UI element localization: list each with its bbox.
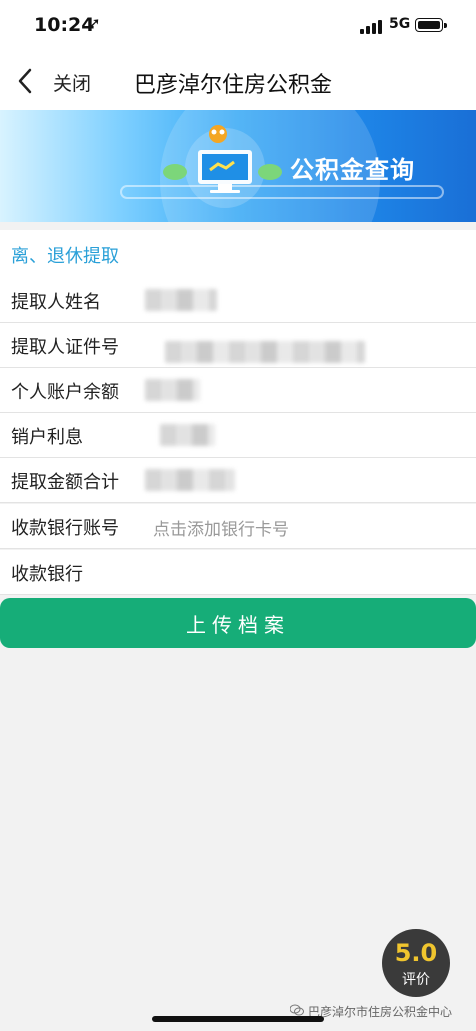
form-label: 提取人姓名 — [11, 292, 101, 313]
form-row-id-number: 提取人证件号 — [0, 323, 476, 368]
form-label: 提取金额合计 — [11, 472, 119, 493]
battery-icon — [415, 18, 447, 32]
form-row-name: 提取人姓名 — [0, 278, 476, 323]
page-title: 巴彦淖尔住房公积金 — [134, 73, 333, 98]
watermark: 巴彦淖尔市住房公积金中心 — [308, 1005, 453, 1019]
banner-title: 公积金查询 — [290, 156, 415, 184]
form-label: 收款银行账号 — [11, 518, 119, 539]
redacted-value — [165, 341, 365, 363]
rating-badge[interactable]: 5.0 评价 — [382, 929, 450, 997]
form-label: 提取人证件号 — [11, 337, 119, 358]
redacted-value — [145, 289, 217, 311]
form-row-interest: 销户利息 — [0, 413, 476, 458]
form-label: 个人账户余额 — [11, 382, 119, 403]
nav-bar: 关闭 巴彦淖尔住房公积金 — [0, 52, 476, 110]
bank-account-input[interactable]: 点击添加银行卡号 — [153, 515, 289, 540]
location-arrow-icon: ➚ — [88, 14, 101, 32]
home-indicator — [152, 1016, 324, 1022]
cellular-signal-icon — [360, 20, 382, 34]
status-bar: 10:24 ➚ 5G — [0, 0, 476, 52]
close-button[interactable]: 关闭 — [53, 69, 91, 96]
back-chevron-icon[interactable] — [14, 66, 38, 96]
rating-score: 5.0 — [394, 939, 438, 967]
form-row-bank-account[interactable]: 收款银行账号 点击添加银行卡号 — [0, 504, 476, 549]
section-title: 离、退休提取 — [11, 246, 119, 267]
form-row-bank[interactable]: 收款银行 — [0, 550, 476, 595]
redacted-value — [160, 424, 215, 446]
form-row-total: 提取金额合计 — [0, 458, 476, 503]
section-header: 离、退休提取 — [0, 230, 476, 279]
redacted-value — [145, 379, 200, 401]
wechat-icon — [290, 1004, 304, 1016]
rating-label: 评价 — [402, 972, 430, 988]
status-time: 10:24 — [34, 14, 95, 36]
redacted-value — [145, 469, 235, 491]
form-label: 收款银行 — [11, 564, 83, 585]
upload-archive-button[interactable]: 上传档案 — [0, 598, 476, 648]
banner: 公积金查询 — [0, 110, 476, 222]
form-label: 销户利息 — [11, 427, 83, 448]
network-type: 5G — [389, 16, 411, 32]
computer-handshake-icon — [163, 125, 282, 208]
form-row-balance: 个人账户余额 — [0, 368, 476, 413]
